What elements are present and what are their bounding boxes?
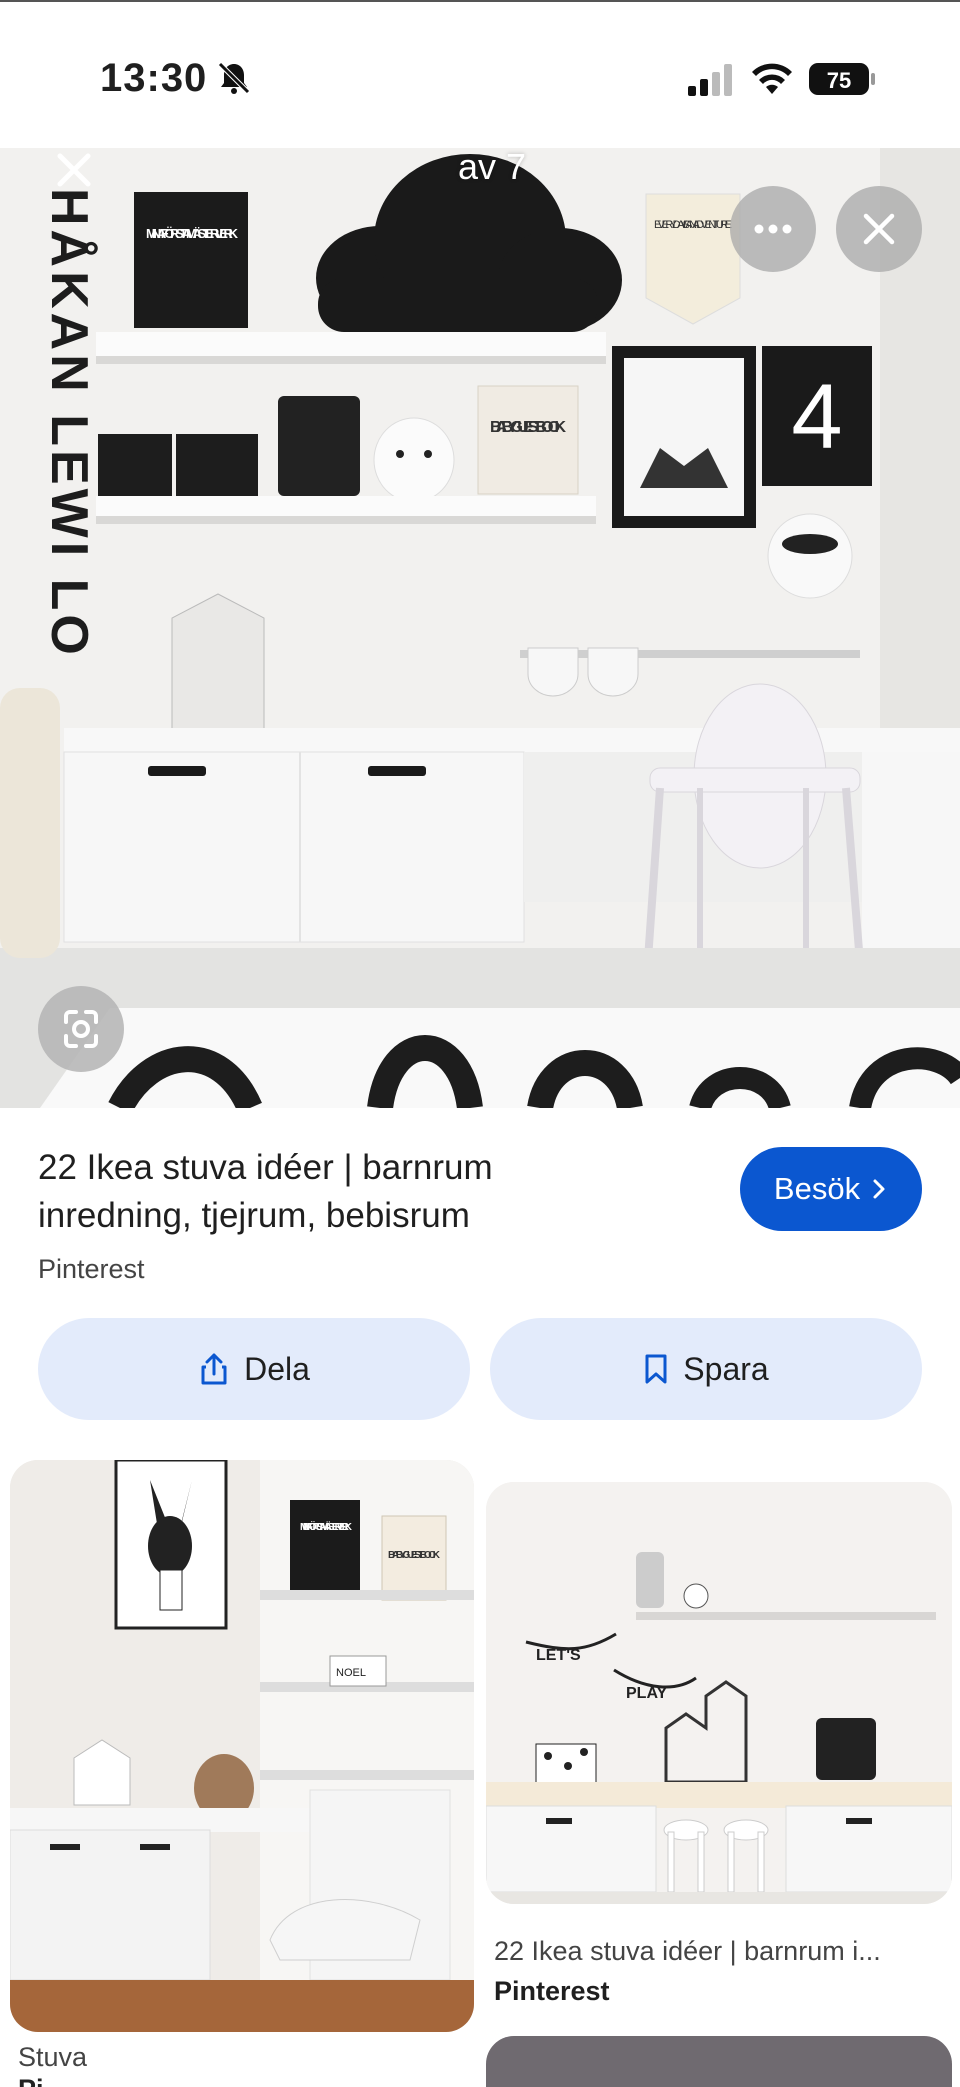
related-image-right: LET'S PLAY — [486, 1482, 952, 1904]
more-horizontal-icon — [754, 224, 792, 234]
guest-book-text: BABY GUEST BOOK — [490, 419, 566, 436]
hero-illustration: HÅKAN LEWI LO MINA FÖRSTA MÄSTER-VERK EV… — [0, 148, 960, 1108]
close-icon — [863, 213, 895, 245]
more-options-button[interactable] — [730, 186, 816, 272]
left-card-noel-text: NOEL — [336, 1667, 366, 1679]
hero-image[interactable]: HÅKAN LEWI LO MINA FÖRSTA MÄSTER-VERK EV… — [0, 148, 960, 1108]
lens-search-icon — [64, 1010, 98, 1048]
left-card-source-2: Pi... — [18, 2074, 66, 2087]
wifi-icon — [752, 63, 792, 94]
save-label: Spara — [683, 1350, 769, 1387]
share-button[interactable]: Dela — [38, 1318, 470, 1420]
close-viewer-button[interactable] — [836, 186, 922, 272]
pennant-text: EVERY DAY IS AN ADVENTURE — [654, 219, 732, 231]
chevron-right-icon — [873, 1179, 885, 1199]
image-counter: av 7 — [458, 146, 527, 187]
related-image-card-right[interactable]: LET'S PLAY — [486, 1482, 952, 1904]
related-image-left: MINA FÖRSTA MÄSTER-VERK BABY GUEST BOOK … — [10, 1460, 474, 2032]
frame-number: 4 — [791, 366, 842, 468]
lens-search-button[interactable] — [38, 986, 124, 1072]
related-image-card-right-2[interactable] — [486, 2036, 952, 2087]
left-card-book-text: BABY GUEST BOOK — [388, 1550, 441, 1561]
left-card-source: Stuva — [18, 2042, 88, 2072]
visit-button[interactable]: Besök — [740, 1147, 922, 1231]
cellular-signal-icon — [688, 64, 732, 96]
right-card-play-text: PLAY — [626, 1685, 668, 1702]
share-label: Dela — [244, 1350, 310, 1387]
share-icon — [201, 1353, 227, 1385]
save-button[interactable]: Spara — [490, 1318, 922, 1420]
visit-label: Besök — [773, 1171, 861, 1206]
right-card-title[interactable]: 22 Ikea stuva idéer | barnrum i... — [494, 1936, 934, 1967]
close-x-icon[interactable] — [56, 152, 92, 188]
battery-icon: 75 — [808, 62, 876, 96]
result-source: Pinterest — [38, 1254, 145, 1284]
status-time: 13:30 — [100, 56, 208, 100]
related-image-card-left[interactable]: MINA FÖRSTA MÄSTER-VERK BABY GUEST BOOK … — [10, 1460, 474, 2032]
left-card-poster-text: MINA FÖRSTA MÄSTER-VERK — [300, 1520, 353, 1533]
wall-letters: HÅKAN LEWI LO — [40, 188, 98, 659]
status-bar: 13:30 75 — [0, 0, 960, 148]
result-title[interactable]: 22 Ikea stuva idéer | barnrum inredning,… — [38, 1144, 598, 1240]
right-card-lets-text: LET'S — [536, 1647, 581, 1664]
right-card-source: Pinterest — [494, 1976, 610, 2006]
bell-slash-icon — [218, 62, 250, 94]
bookmark-icon — [645, 1354, 667, 1384]
poster-text: MINA FÖRSTA MÄSTER-VERK — [146, 226, 239, 241]
battery-level: 75 — [827, 68, 851, 93]
